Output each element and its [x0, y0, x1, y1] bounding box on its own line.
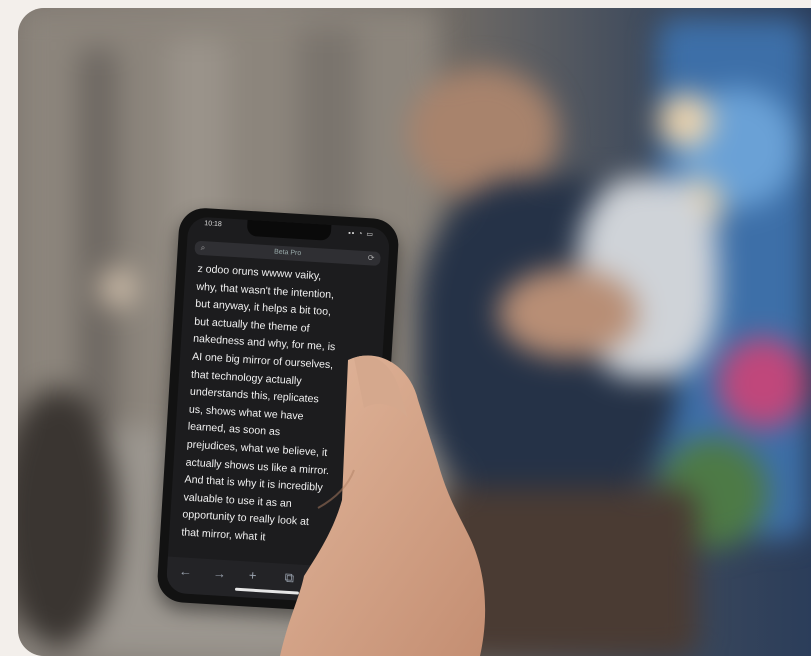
hand — [280, 355, 486, 656]
photo: 10:18 ▪▪ ◔ ▭ ⌕ Beta Pro ⟳ z odoo oruns w… — [18, 8, 811, 656]
